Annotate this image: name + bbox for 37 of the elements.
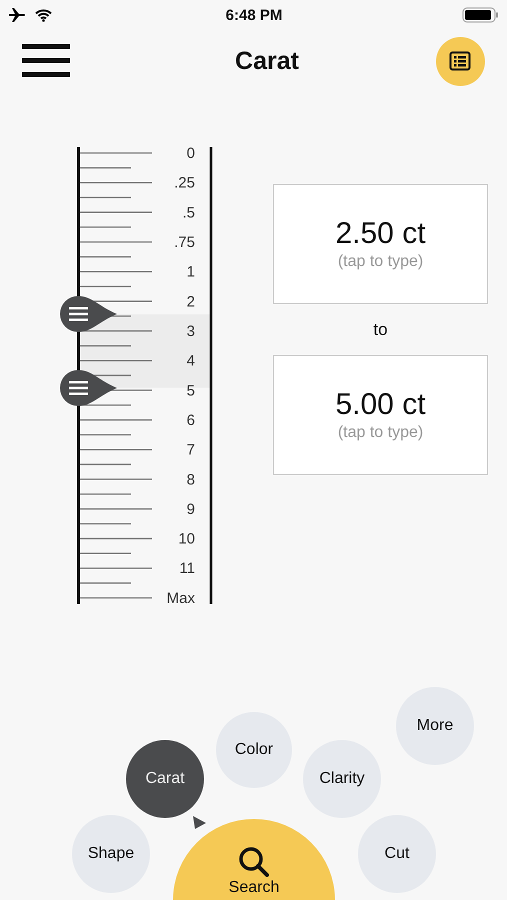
search-button[interactable]: Search [173,819,335,900]
tick-label: 7 [186,442,195,459]
tick-label: Max [166,590,195,607]
airplane-icon [9,8,27,22]
filter-button[interactable]: More [396,687,474,765]
value-field[interactable]: 2.50 ct (tap to type) [273,184,488,304]
tick-label: .25 [174,174,195,192]
range-separator: to [373,320,388,340]
search-icon [237,845,271,879]
tick-label: 2 [186,293,195,310]
filter-button[interactable]: Shape [72,815,150,893]
slider-thumb[interactable] [60,370,117,406]
menu-icon[interactable] [22,44,70,78]
tick-label: 4 [186,352,195,370]
tick-label: .75 [174,234,195,251]
tick-label: 1 [186,264,195,281]
filter-button[interactable]: Clarity [303,740,381,818]
tick-label: 0 [186,145,195,162]
tick-label: 9 [186,500,195,518]
tick-label: 5 [186,382,195,400]
slider-thumb[interactable] [60,296,117,332]
tick-label: 8 [186,471,195,488]
wifi-icon [35,8,52,22]
tick-label: 3 [186,322,195,340]
pointer-icon [192,815,207,830]
filter-button[interactable]: Cut [358,815,436,893]
filter-button[interactable]: Carat [126,740,204,818]
value-field[interactable]: 5.00 ct (tap to type) [273,355,488,475]
tick-label: 10 [178,530,195,548]
tick-label: .5 [182,204,195,222]
page-title: Carat [235,46,299,76]
status-time: 6:48 PM [226,6,282,24]
filter-button[interactable]: Color [216,712,292,788]
list-icon [449,51,472,71]
tick-label: 6 [186,412,195,429]
tick-label: 11 [179,560,195,578]
battery-icon [462,7,499,23]
